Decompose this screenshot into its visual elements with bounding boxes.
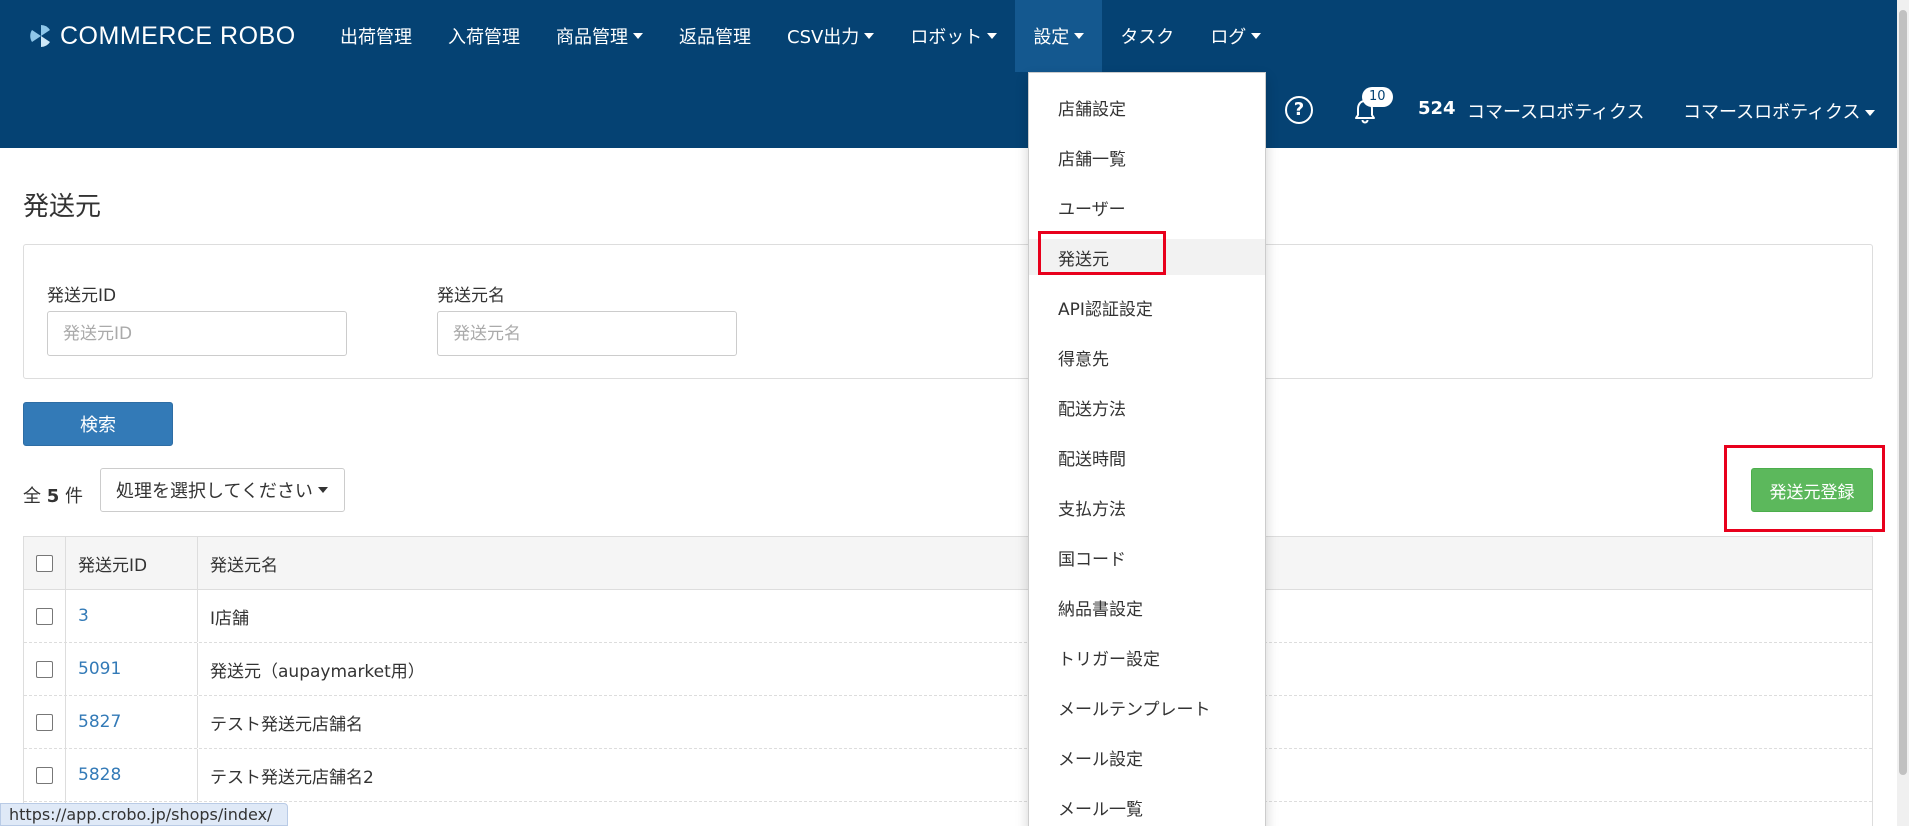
table-row: 3 I店舗	[24, 590, 1872, 643]
help-icon[interactable]: ?	[1285, 96, 1313, 124]
row-checkbox-cell	[24, 696, 66, 748]
shipper-id-link[interactable]: 5828	[78, 765, 121, 785]
search-panel: 発送元ID 発送元名	[23, 244, 1873, 379]
count-suffix: 件	[65, 486, 83, 507]
table-row: 5091 発送元（aupaymarket用）	[24, 643, 1872, 696]
row-checkbox-cell	[24, 749, 66, 801]
company-name: コマースロボティクス	[1467, 102, 1645, 123]
row-checkbox-cell	[24, 590, 66, 642]
chevron-down-icon	[1251, 33, 1262, 39]
nav-item-7[interactable]: タスク	[1102, 0, 1192, 72]
row-checkbox[interactable]	[36, 607, 53, 625]
row-checkbox[interactable]	[36, 660, 53, 678]
shipper-table: 発送元ID 発送元名 3 I店舗 5091 発送元（aupaymarket用） 5827…	[23, 536, 1873, 826]
result-count: 全 5 件	[23, 482, 83, 508]
nav-item-8[interactable]: ログ	[1192, 0, 1279, 72]
nav-item-label: 設定	[1033, 27, 1070, 48]
scrollbar-thumb[interactable]	[1899, 10, 1907, 775]
nav-item-label: 入荷管理	[448, 27, 520, 48]
bulk-action-select[interactable]: 処理を選択してください	[100, 468, 345, 512]
notification-badge: 10	[1362, 87, 1393, 107]
app-logo[interactable]: COMMERCE ROBO	[28, 18, 296, 54]
nav-item-label: 商品管理	[556, 27, 628, 48]
logo-text: COMMERCE ROBO	[60, 21, 296, 50]
settings-menu-item[interactable]: 配送時間	[1029, 439, 1265, 475]
row-id-cell: 5827	[66, 696, 198, 748]
settings-menu-item[interactable]: メールテンプレート	[1029, 689, 1265, 725]
settings-menu-item[interactable]: メール一覧	[1029, 789, 1265, 825]
nav-item-3[interactable]: 返品管理	[661, 0, 769, 72]
top-navbar: COMMERCE ROBO 出荷管理 入荷管理 商品管理 返品管理 CSV出力 ロボット 設…	[0, 0, 1897, 148]
annotation-highlight-box	[1038, 231, 1166, 275]
nav-item-0[interactable]: 出荷管理	[322, 0, 430, 72]
status-bar-url: https://app.crobo.jp/shops/index/	[0, 803, 288, 826]
shipper-id-link[interactable]: 5827	[78, 712, 121, 732]
header-checkbox-cell	[24, 537, 66, 589]
settings-menu-item[interactable]: 得意先	[1029, 339, 1265, 375]
chevron-down-icon	[633, 33, 643, 39]
settings-menu-item[interactable]: API認証設定	[1029, 289, 1265, 325]
column-header-id[interactable]: 発送元ID	[66, 537, 198, 589]
nav-item-label: ログ	[1210, 27, 1247, 48]
chevron-down-icon	[1865, 110, 1876, 116]
nav-item-label: 返品管理	[679, 27, 751, 48]
settings-menu-item[interactable]: トリガー設定	[1029, 639, 1265, 675]
nav-item-label: タスク	[1120, 27, 1175, 48]
page-title: 発送元	[23, 192, 102, 222]
settings-menu-item[interactable]: 配送方法	[1029, 389, 1265, 425]
shipper-id-input[interactable]	[47, 311, 347, 356]
settings-menu-item[interactable]: 店舗設定	[1029, 89, 1265, 125]
row-id-cell: 5091	[66, 643, 198, 695]
bulk-action-label: 処理を選択してください	[116, 481, 313, 502]
nav-item-label: 出荷管理	[340, 27, 412, 48]
chevron-down-icon	[317, 487, 328, 493]
table-body: 3 I店舗 5091 発送元（aupaymarket用） 5827 テスト発送元店舗名 58…	[24, 590, 1872, 826]
row-checkbox[interactable]	[36, 766, 53, 784]
user-id: 524	[1418, 98, 1456, 119]
main-nav: 出荷管理 入荷管理 商品管理 返品管理 CSV出力 ロボット 設定 タスク ログ	[322, 0, 1279, 72]
shipper-id-link[interactable]: 3	[78, 606, 89, 626]
row-id-cell: 5828	[66, 749, 198, 801]
settings-menu-item[interactable]: ユーザー	[1029, 189, 1265, 225]
count-prefix: 全	[23, 486, 41, 507]
table-row: 5828 テスト発送元店舗名2	[24, 749, 1872, 802]
settings-menu-item[interactable]: 国コード	[1029, 539, 1265, 575]
settings-dropdown-menu: 店舗設定 店舗一覧 ユーザー 発送元 API認証設定 得意先 配送方法 配送時間 支払方法 国コー…	[1028, 72, 1266, 826]
row-checkbox-cell	[24, 643, 66, 695]
shipper-name-input[interactable]	[437, 311, 737, 356]
table-row: 5827 テスト発送元店舗名	[24, 696, 1872, 749]
settings-menu-item[interactable]: 納品書設定	[1029, 589, 1265, 625]
settings-menu-item[interactable]: 支払方法	[1029, 489, 1265, 525]
row-id-cell: 3	[66, 590, 198, 642]
nav-item-2[interactable]: 商品管理	[538, 0, 661, 72]
chevron-down-icon	[1074, 33, 1085, 39]
chevron-down-icon	[987, 33, 998, 39]
nav-item-5[interactable]: ロボット	[892, 0, 1015, 72]
user-menu-label: コマースロボティクス	[1683, 102, 1861, 123]
nav-item-label: ロボット	[910, 27, 983, 48]
table-header: 発送元ID 発送元名	[24, 537, 1872, 590]
nav-item-1[interactable]: 入荷管理	[430, 0, 538, 72]
pinwheel-logo-icon	[30, 25, 50, 47]
count-value: 5	[46, 486, 60, 507]
settings-menu-item[interactable]: メール設定	[1029, 739, 1265, 775]
annotation-highlight-box	[1724, 445, 1885, 532]
select-all-checkbox[interactable]	[36, 554, 53, 572]
shipper-name-label: 発送元名	[437, 286, 505, 306]
chevron-down-icon	[864, 33, 875, 39]
nav-item-4[interactable]: CSV出力	[769, 0, 892, 72]
search-button[interactable]: 検索	[23, 402, 173, 446]
shipper-id-label: 発送元ID	[47, 286, 117, 306]
shipper-id-link[interactable]: 5091	[78, 659, 121, 679]
row-checkbox[interactable]	[36, 713, 53, 731]
nav-item-6[interactable]: 設定	[1015, 0, 1103, 72]
table-row: 店舗名	[24, 802, 1872, 826]
user-menu-toggle[interactable]: コマースロボティクス	[1683, 98, 1876, 124]
nav-item-label: CSV出力	[787, 27, 860, 48]
settings-menu-item[interactable]: 店舗一覧	[1029, 139, 1265, 175]
